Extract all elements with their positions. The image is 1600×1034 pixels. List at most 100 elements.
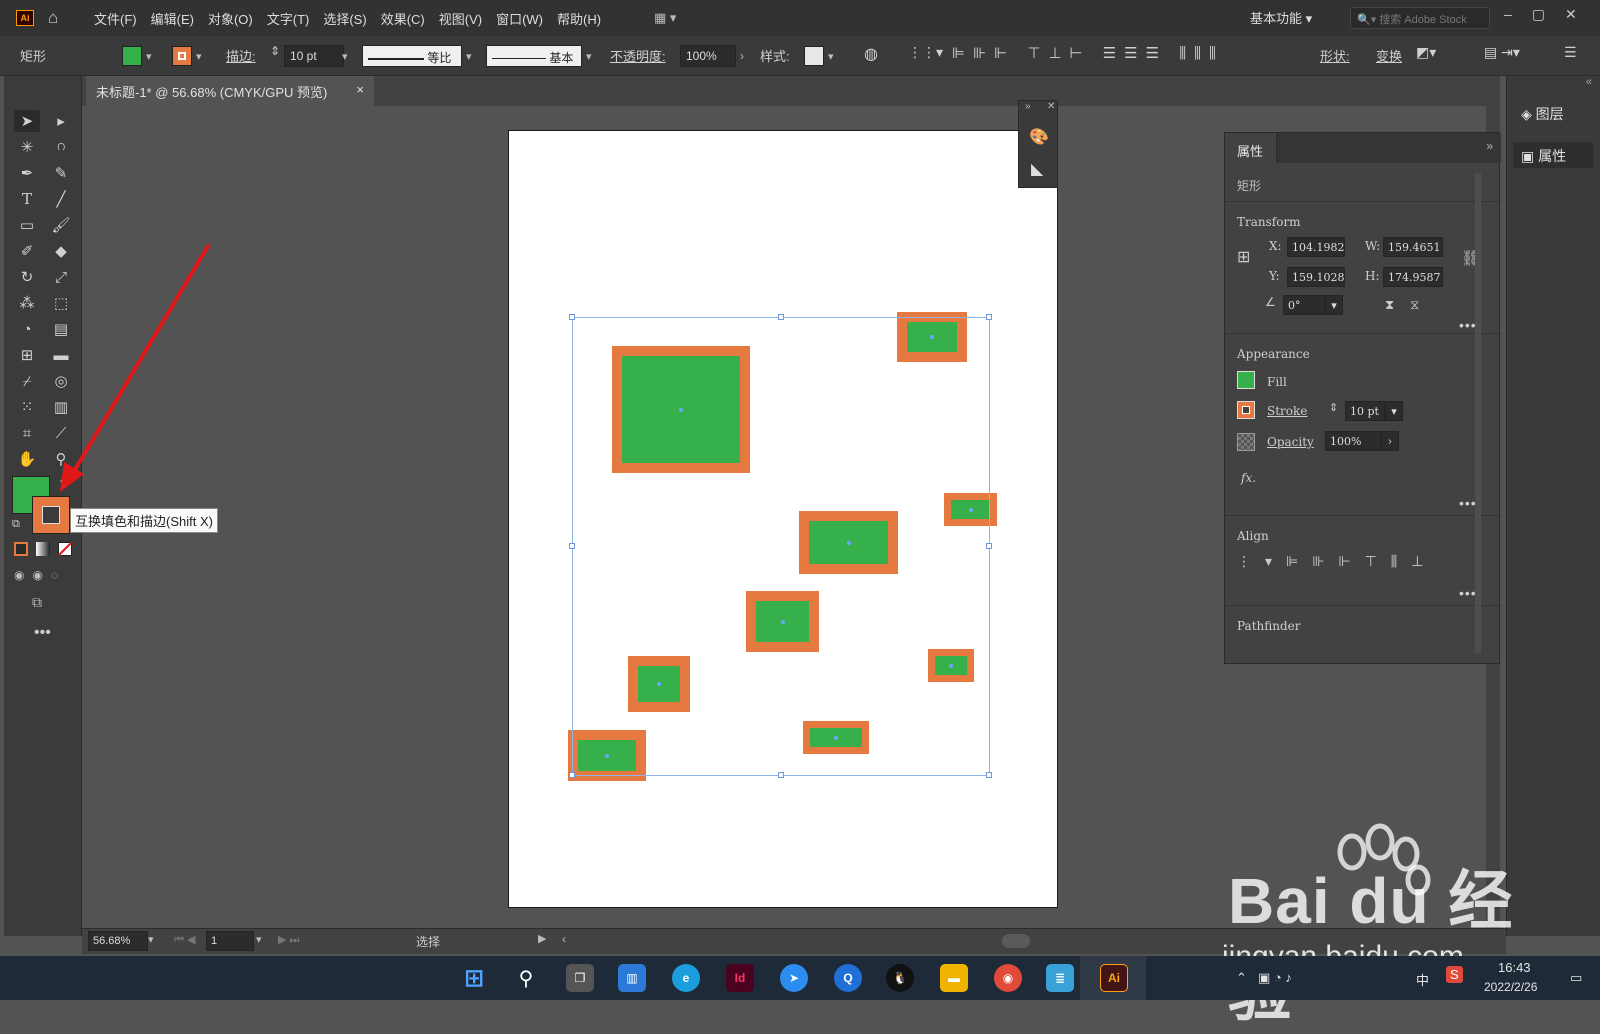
document-tab[interactable]: 未标题-1* @ 56.68% (CMYK/GPU 预览) × (86, 76, 374, 106)
ime-indicator[interactable]: 中 (1416, 970, 1429, 989)
recolor-artwork-icon[interactable]: ◍ (864, 44, 878, 64)
qq-icon[interactable]: 🐧 (886, 964, 914, 992)
menu-effect[interactable]: 效果(C) (381, 9, 425, 28)
color-guide-icon[interactable]: 🎨 (1029, 127, 1049, 147)
file-explorer-icon[interactable]: ▬ (940, 964, 968, 992)
opacity-field[interactable]: 100% (1325, 431, 1381, 451)
menu-select[interactable]: 选择(S) (323, 9, 366, 28)
layers-panel-button[interactable]: ◈ 图层 (1513, 100, 1593, 126)
width-field[interactable]: 159.4651 (1383, 237, 1443, 257)
menu-help[interactable]: 帮助(H) (557, 9, 601, 28)
paintbrush-tool-icon[interactable]: 🖌 (48, 214, 74, 236)
stroke-swatch[interactable] (172, 46, 192, 66)
screen-mode-icon[interactable]: ⧉ (32, 594, 42, 611)
home-icon[interactable]: ⌂ (48, 8, 74, 28)
isolate-icon[interactable]: ◩▾ (1416, 44, 1436, 61)
rotation-field[interactable]: 0° (1283, 295, 1325, 315)
shape-label[interactable]: 形状: (1320, 46, 1350, 65)
menu-object[interactable]: 对象(O) (208, 9, 253, 28)
resize-handle[interactable] (986, 772, 992, 778)
messenger-icon[interactable]: ➤ (780, 964, 808, 992)
scroll-left-icon[interactable]: ‹ (562, 932, 566, 946)
variable-width-profile[interactable]: 等比 (362, 45, 462, 67)
gradient-mode-icon[interactable] (36, 542, 50, 556)
stepper-icon[interactable]: ⇕ (1329, 401, 1338, 414)
line-tool-icon[interactable]: ╱ (48, 188, 74, 210)
expand-panel-icon[interactable]: » (1025, 101, 1031, 112)
mesh-tool-icon[interactable]: ⊞ (14, 344, 40, 366)
eyedropper-tool-icon[interactable]: ⌿ (14, 370, 40, 392)
rotate-tool-icon[interactable]: ↻ (14, 266, 40, 288)
opacity-label[interactable]: Opacity (1267, 435, 1314, 449)
edit-toolbar-icon[interactable]: ••• (34, 624, 51, 642)
resize-handle[interactable] (569, 543, 575, 549)
stroke-label[interactable]: Stroke (1267, 404, 1307, 418)
opacity-field[interactable]: 100% (680, 45, 736, 67)
search-icon[interactable]: ⚲ (512, 964, 540, 992)
stroke-color-swatch[interactable] (32, 496, 70, 534)
height-field[interactable]: 174.9587 (1383, 267, 1443, 287)
resize-handle[interactable] (778, 772, 784, 778)
magic-wand-tool-icon[interactable]: ✳ (14, 136, 40, 158)
reference-point-icon[interactable]: ⊞ (1237, 247, 1250, 267)
browser-icon[interactable]: e (672, 964, 700, 992)
maximize-icon[interactable]: ▢ (1532, 6, 1545, 23)
close-panel-icon[interactable]: ✕ (1047, 101, 1055, 112)
close-tab-icon[interactable]: × (356, 82, 364, 97)
chevron-right-icon[interactable]: › (740, 49, 744, 63)
clock-time[interactable]: 16:43 (1498, 960, 1531, 975)
menu-edit[interactable]: 编辑(E) (151, 9, 194, 28)
graphic-style-swatch[interactable] (804, 46, 824, 66)
rectangle-tool-icon[interactable]: ▭ (14, 214, 40, 236)
clock-date[interactable]: 2022/2/26 (1484, 980, 1537, 994)
task-view-icon[interactable]: ❐ (566, 964, 594, 992)
chevron-down-icon[interactable]: ▾ (1325, 295, 1343, 315)
stroke-swatch[interactable] (1237, 401, 1255, 419)
artboard-nav-prev-icon[interactable]: ⏮ ◀ (174, 933, 195, 947)
gradient-panel-icon[interactable]: ◣ (1031, 159, 1043, 179)
none-mode-icon[interactable] (57, 541, 73, 557)
chrome-icon[interactable]: ◉ (994, 964, 1022, 992)
shaper-tool-icon[interactable]: ✐ (14, 240, 40, 262)
chevron-down-icon[interactable]: ▾ (586, 50, 592, 63)
align-buttons-icon[interactable]: ⋮▾⊫⊪⊩⊤⫼⊥ (1237, 553, 1437, 570)
minimize-icon[interactable]: – (1504, 6, 1512, 23)
stroke-weight-field[interactable]: 10 pt (284, 45, 344, 67)
transform-label[interactable]: 变换 (1376, 46, 1402, 65)
fill-swatch[interactable] (122, 46, 142, 66)
workspace-switcher[interactable]: 基本功能 ▾ (1250, 8, 1312, 27)
arrange-documents-icon[interactable]: ▦ ▾ (654, 10, 676, 26)
artboard-nav-next-icon[interactable]: ▶ ⏭ (278, 933, 299, 947)
chevron-down-icon[interactable]: ▾ (146, 50, 152, 63)
type-tool-icon[interactable]: T (14, 188, 40, 210)
chevron-down-icon[interactable]: ▾ (342, 50, 348, 63)
resize-handle[interactable] (569, 314, 575, 320)
panel-menu-icon[interactable]: ☰ (1564, 44, 1577, 61)
symbol-sprayer-tool-icon[interactable]: ⁙ (14, 396, 40, 418)
resize-handle[interactable] (986, 314, 992, 320)
widgets-icon[interactable]: ▥ (618, 964, 646, 992)
chevron-right-icon[interactable]: › (1381, 431, 1399, 451)
menu-view[interactable]: 视图(V) (439, 9, 482, 28)
flip-icons[interactable]: ⧗⧖ (1385, 297, 1435, 313)
resize-handle[interactable] (986, 543, 992, 549)
artboard-tool-icon[interactable]: ⌗ (14, 422, 40, 444)
tray-chevron-icon[interactable]: ⌃ (1236, 970, 1247, 986)
notepad-icon[interactable]: ≣ (1046, 964, 1074, 992)
chevron-down-icon[interactable]: ▾ (1385, 401, 1403, 421)
indesign-icon[interactable]: Id (726, 964, 754, 992)
menu-type[interactable]: 文字(T) (267, 9, 310, 28)
chevron-down-icon[interactable]: ▾ (196, 50, 202, 63)
arrange-icon[interactable]: ▤ ⇥▾ (1484, 44, 1520, 61)
y-field[interactable]: 159.1028 (1287, 267, 1345, 287)
start-menu-icon[interactable]: ⊞ (460, 964, 488, 992)
status-menu-icon[interactable]: ▶ (538, 932, 546, 945)
fill-swatch[interactable] (1237, 371, 1255, 389)
stroke-label[interactable]: 描边: (226, 46, 256, 65)
resize-handle[interactable] (569, 772, 575, 778)
menu-file[interactable]: 文件(F) (94, 9, 137, 28)
curvature-tool-icon[interactable]: ✎ (48, 162, 74, 184)
stroke-weight-field[interactable]: 10 pt (1345, 401, 1385, 421)
pen-tool-icon[interactable]: ✒ (14, 162, 40, 184)
input-method-icon[interactable]: S (1446, 966, 1463, 983)
